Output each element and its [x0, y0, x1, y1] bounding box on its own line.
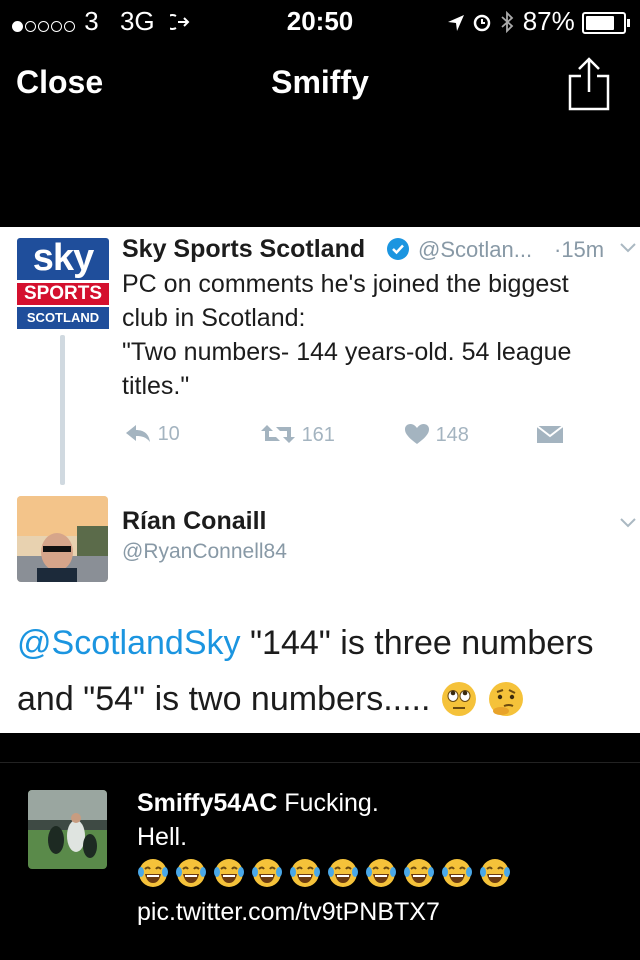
main-tweet-text: Smiffy54AC Fucking. Hell. — [137, 786, 627, 854]
tweet-line: club in Scotland: — [122, 304, 306, 332]
laughing-tears-emoji-icon — [175, 857, 207, 889]
location-arrow-icon — [447, 6, 465, 36]
battery-icon — [582, 12, 630, 35]
heart-icon — [405, 424, 429, 444]
retweet-count: 161 — [301, 424, 335, 446]
share-icon — [568, 57, 610, 111]
laughing-tears-emoji-icon — [213, 857, 245, 889]
tweet-line: PC on comments he's joined the biggest — [122, 270, 569, 298]
thinking-emoji-icon — [487, 680, 525, 718]
avatar[interactable] — [28, 790, 107, 869]
reply-handle[interactable]: @RyanConnell84 — [122, 540, 287, 564]
laughing-tears-emoji-icon — [403, 857, 435, 889]
page-title: Smiffy — [271, 64, 369, 100]
tweet-line: titles." — [122, 372, 190, 400]
verified-badge-icon — [386, 237, 410, 266]
laughing-tears-emoji-icon — [479, 857, 511, 889]
reply-button[interactable]: 10 — [124, 423, 180, 446]
quoted-handle[interactable]: @Scotlan... — [418, 237, 532, 263]
laughing-emoji-row — [137, 857, 517, 889]
tweet-line: Fucking. — [284, 789, 379, 817]
quoted-tweet-text: PC on comments he's joined the biggest c… — [122, 267, 637, 403]
logo-sports-text: SPORTS — [17, 283, 109, 305]
share-button[interactable] — [566, 56, 612, 117]
retweet-button[interactable]: 161 — [260, 423, 335, 447]
reply-icon — [126, 425, 150, 442]
tweet-line: and "54" is two numbers..... — [17, 680, 431, 718]
laughing-tears-emoji-icon — [289, 857, 321, 889]
tweet-line: "Two numbers- 144 years-old. 54 league — [122, 338, 572, 366]
sky-sports-scotland-avatar[interactable]: sky SPORTS SCOTLAND — [17, 238, 109, 330]
quoted-display-name[interactable]: Sky Sports Scotland — [122, 235, 365, 264]
main-username[interactable]: Smiffy54AC — [137, 789, 277, 817]
reply-tweet-text: @ScotlandSky "144" is three numbers and … — [17, 615, 632, 727]
mention-link[interactable]: @ScotlandSky — [17, 624, 241, 662]
logo-sky-text: sky — [32, 237, 94, 279]
tweet-card: sky SPORTS SCOTLAND Sky Sports Scotland … — [0, 227, 640, 733]
bluetooth-icon — [499, 6, 515, 36]
envelope-icon — [536, 425, 564, 443]
thread-line — [60, 335, 65, 485]
laughing-tears-emoji-icon — [327, 857, 359, 889]
alarm-icon — [472, 6, 492, 36]
status-right: 87% — [447, 6, 630, 37]
direct-message-button[interactable] — [536, 423, 564, 447]
retweet-icon — [261, 425, 295, 443]
laughing-tears-emoji-icon — [137, 857, 169, 889]
battery-percent: 87% — [522, 6, 575, 36]
quoted-timestamp: ·15m — [554, 237, 605, 262]
reply-display-name[interactable]: Rían Conaill — [122, 507, 266, 536]
chevron-down-icon[interactable] — [618, 237, 638, 262]
chevron-down-icon[interactable] — [618, 512, 638, 537]
like-button[interactable]: 148 — [404, 423, 469, 447]
avatar[interactable] — [17, 496, 108, 582]
eye-roll-emoji-icon — [440, 680, 487, 718]
laughing-tears-emoji-icon — [365, 857, 397, 889]
tweet-line: "144" is three numbers — [240, 624, 594, 662]
like-count: 148 — [435, 424, 469, 446]
logo-scotland-text: SCOTLAND — [17, 307, 109, 329]
divider — [0, 762, 640, 763]
tweet-line: Hell. — [137, 823, 188, 851]
laughing-tears-emoji-icon — [441, 857, 473, 889]
status-bar: 3 3G 20:50 87% — [0, 0, 640, 40]
reply-count: 10 — [157, 423, 180, 445]
tweet-media-link[interactable]: pic.twitter.com/tv9tPNBTX7 — [137, 898, 440, 927]
laughing-tears-emoji-icon — [251, 857, 283, 889]
